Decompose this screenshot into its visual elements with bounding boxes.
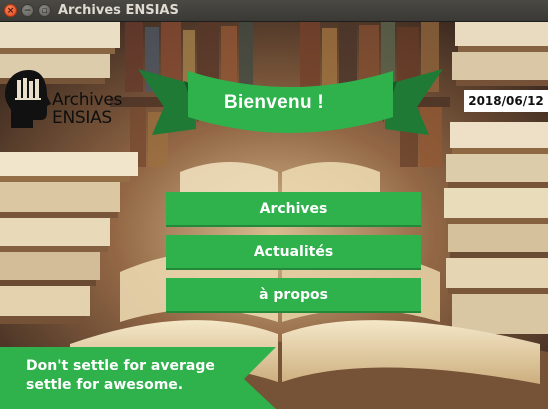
maximize-window-button[interactable]: ▫: [38, 4, 51, 17]
current-date: 2018/06/12: [464, 90, 548, 112]
apropos-button[interactable]: à propos: [166, 278, 421, 313]
window-titlebar: × − ▫ Archives ENSIAS: [0, 0, 548, 22]
archives-button[interactable]: Archives: [166, 192, 421, 227]
window-title: Archives ENSIAS: [58, 3, 179, 18]
footer-slogan-line2: settle for awesome.: [26, 377, 184, 393]
actualites-button[interactable]: Actualités: [166, 235, 421, 270]
close-window-button[interactable]: ×: [4, 4, 17, 17]
minimize-window-button[interactable]: −: [21, 4, 34, 17]
footer-slogan-line1: Don't settle for average: [26, 358, 215, 374]
